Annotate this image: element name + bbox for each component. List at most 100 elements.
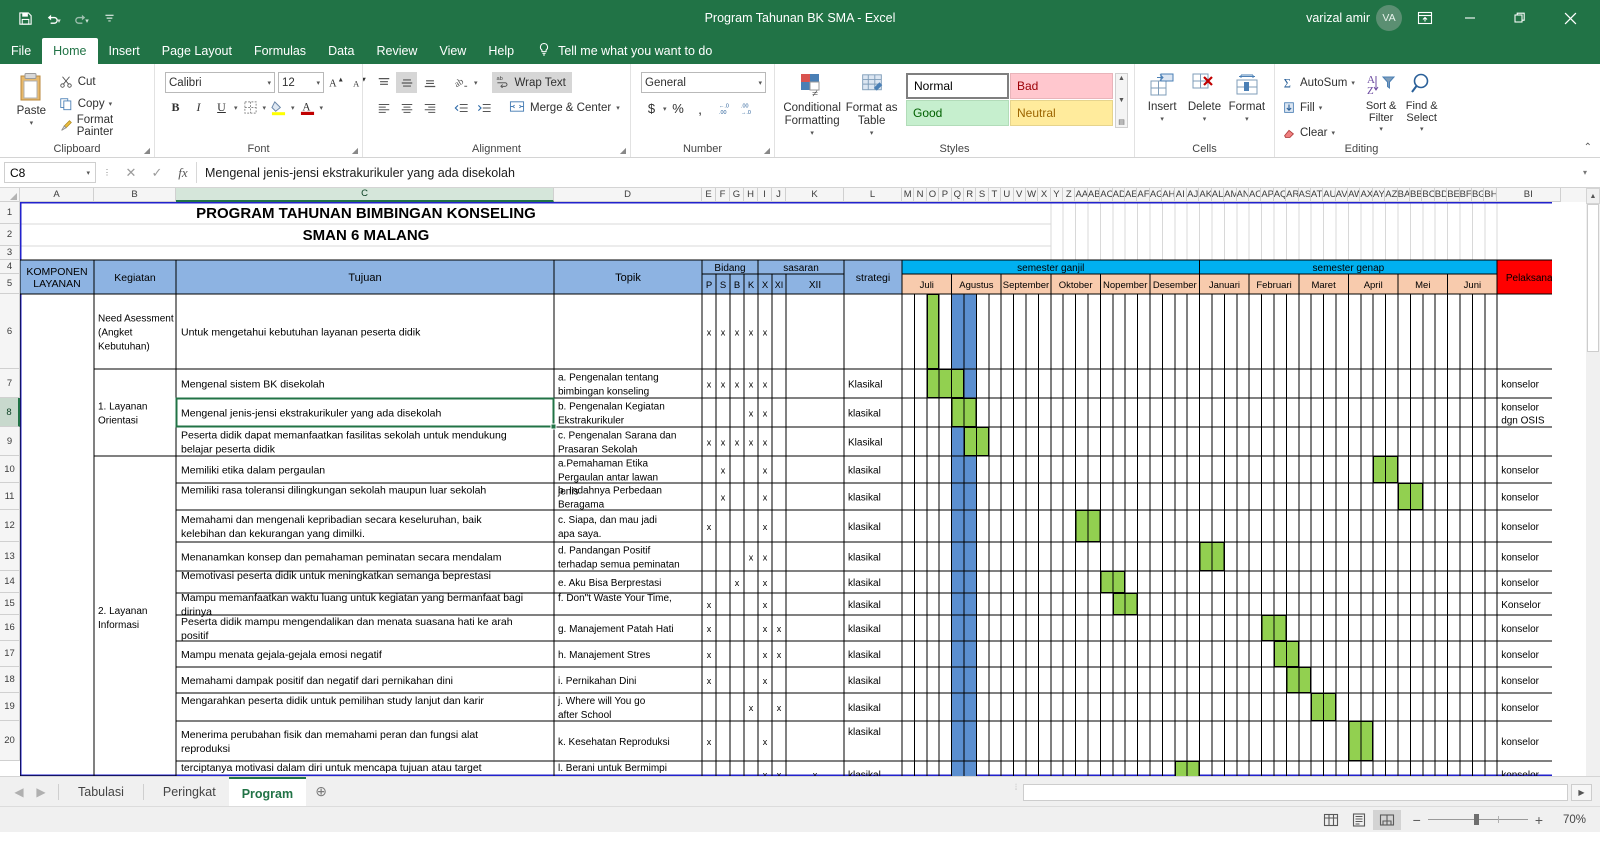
borders-dropdown-icon[interactable]: ▾ — [263, 104, 267, 112]
align-left-button[interactable] — [373, 97, 394, 118]
merge-center-button[interactable]: Merge & Center ▾ — [509, 99, 620, 117]
horizontal-scroll-track[interactable] — [1023, 783, 1568, 801]
column-header-AL[interactable]: AL — [1211, 188, 1225, 202]
redo-icon[interactable]: ▾ — [68, 5, 94, 31]
column-header-BA[interactable]: BA — [1397, 188, 1411, 202]
name-box-dropdown-icon[interactable]: ▾ — [86, 169, 90, 177]
column-header-S[interactable]: S — [976, 188, 989, 202]
cut-button[interactable]: Cut — [59, 71, 148, 93]
column-header-E[interactable]: E — [702, 188, 716, 202]
horizontal-scroll-thumb[interactable] — [1025, 785, 1560, 799]
styles-more-icon[interactable]: ▤ — [1118, 118, 1125, 126]
zoom-in-button[interactable]: + — [1535, 812, 1543, 828]
column-header-AH[interactable]: AH — [1162, 188, 1175, 202]
ribbon-tabs[interactable]: File Home Insert Page Layout Formulas Da… — [0, 36, 1600, 84]
tab-formulas[interactable]: Formulas — [243, 38, 317, 64]
increase-indent-button[interactable] — [474, 97, 495, 118]
underline-dropdown-icon[interactable]: ▾ — [234, 104, 238, 112]
column-header-AD[interactable]: AD — [1112, 188, 1126, 202]
maximize-restore-button[interactable] — [1498, 0, 1542, 36]
copy-button[interactable]: Copy ▾ — [59, 93, 148, 115]
style-tile-neutral[interactable]: Neutral — [1010, 100, 1113, 126]
split-handle[interactable]: ⦙ — [1012, 782, 1020, 802]
column-header-BG[interactable]: BG — [1471, 188, 1485, 202]
column-header-AJ[interactable]: AJ — [1186, 188, 1200, 202]
row-header-17[interactable]: 17 — [0, 641, 20, 667]
column-header-X[interactable]: X — [1038, 188, 1051, 202]
font-size-dropdown-icon[interactable]: ▾ — [316, 79, 320, 87]
tell-me-search[interactable]: Tell me what you want to do — [525, 38, 712, 64]
column-header-AR[interactable]: AR — [1286, 188, 1299, 202]
column-header-W[interactable]: W — [1025, 188, 1039, 202]
quick-access-toolbar[interactable]: ▾ ▾ — [0, 5, 122, 31]
column-header-U[interactable]: U — [1001, 188, 1014, 202]
font-name-input[interactable]: Calibri ▾ — [165, 72, 275, 93]
scroll-up-icon[interactable]: ▲ — [1586, 188, 1600, 204]
column-header-Q[interactable]: Q — [951, 188, 964, 202]
column-header-AF[interactable]: AF — [1137, 188, 1150, 202]
styles-scroll-down-icon[interactable]: ▼ — [1118, 97, 1125, 104]
underline-button[interactable]: U — [211, 97, 232, 118]
normal-view-button[interactable] — [1317, 810, 1345, 830]
row-header-20[interactable]: 20 — [0, 721, 20, 761]
currency-dropdown-icon[interactable]: ▾ — [663, 105, 667, 113]
insert-function-icon[interactable]: fx — [170, 162, 196, 183]
tab-review[interactable]: Review — [365, 38, 428, 64]
decrease-decimal-button[interactable]: .00 →.0 — [740, 98, 761, 119]
scroll-right-icon[interactable]: ▶ — [1571, 783, 1592, 801]
ribbon-display-options-icon[interactable] — [1408, 0, 1442, 36]
column-header-O[interactable]: O — [926, 188, 940, 202]
column-header-AC[interactable]: AC — [1100, 188, 1113, 202]
row-header-14[interactable]: 14 — [0, 571, 20, 593]
column-header-I[interactable]: I — [758, 188, 772, 202]
collapse-ribbon-icon[interactable]: ⌃ — [1584, 142, 1592, 153]
font-size-input[interactable]: 12 ▾ — [278, 72, 324, 93]
column-header-F[interactable]: F — [716, 188, 730, 202]
align-center-button[interactable] — [396, 97, 417, 118]
row-header-12[interactable]: 12 — [0, 510, 20, 542]
align-right-button[interactable] — [419, 97, 440, 118]
number-format-select[interactable]: General ▾ — [641, 72, 766, 93]
column-header-R[interactable]: R — [963, 188, 977, 202]
vertical-scrollbar[interactable]: ▲ — [1586, 188, 1600, 776]
column-header-AE[interactable]: AE — [1125, 188, 1138, 202]
column-header-AK[interactable]: AK — [1199, 188, 1212, 202]
zoom-slider[interactable]: − + 70% — [1413, 812, 1586, 828]
zoom-track[interactable] — [1427, 814, 1528, 825]
tab-file[interactable]: File — [0, 38, 42, 64]
column-header-AM[interactable]: AM — [1224, 188, 1237, 202]
close-button[interactable] — [1548, 0, 1592, 36]
sheet-tab-bar[interactable]: ◀ ▶ Tabulasi Peringkat Program ⊕ ⦙ ▶ — [0, 776, 1600, 807]
row-headers[interactable]: 1 2 3 4 5 6 7 8 9 10 11 12 13 14 15 16 17 18 19 20 — [0, 202, 20, 761]
increase-font-size-button[interactable]: A ▲ — [327, 72, 348, 93]
tab-insert[interactable]: Insert — [98, 38, 151, 64]
font-color-button[interactable]: A — [297, 97, 318, 118]
zoom-level[interactable]: 70% — [1550, 814, 1586, 826]
column-header-N[interactable]: N — [914, 188, 927, 202]
row-header-2[interactable]: 2 — [0, 224, 20, 246]
column-header-V[interactable]: V — [1013, 188, 1026, 202]
tab-view[interactable]: View — [428, 38, 477, 64]
avatar[interactable]: VA — [1376, 5, 1402, 31]
column-header-BC[interactable]: BC — [1422, 188, 1435, 202]
column-header-B[interactable]: B — [94, 188, 176, 202]
zoom-out-button[interactable]: − — [1413, 812, 1421, 828]
fill-button[interactable]: Fill ▾ — [1281, 97, 1355, 119]
decrease-indent-button[interactable] — [451, 97, 472, 118]
sheet-tab-program[interactable]: Program — [228, 776, 307, 807]
cell-styles-scrollbar[interactable]: ▲ ▼ ▤ — [1115, 73, 1128, 128]
row-header-10[interactable]: 10 — [0, 456, 20, 483]
column-header-BE[interactable]: BE — [1447, 188, 1460, 202]
bold-button[interactable]: B — [165, 97, 186, 118]
row-header-1[interactable]: 1 — [0, 202, 20, 224]
column-header-AQ[interactable]: AQ — [1273, 188, 1287, 202]
column-header-AU[interactable]: AU — [1323, 188, 1336, 202]
column-header-D[interactable]: D — [554, 188, 702, 202]
row-header-19[interactable]: 19 — [0, 693, 20, 721]
next-sheet-icon[interactable]: ▶ — [30, 785, 52, 799]
expand-formula-bar-icon[interactable]: ▾ — [1574, 168, 1596, 177]
number-format-dropdown-icon[interactable]: ▾ — [758, 79, 762, 87]
align-bottom-button[interactable] — [419, 72, 440, 93]
autosum-dropdown-icon[interactable]: ▾ — [1351, 79, 1355, 87]
column-header-Z[interactable]: Z — [1063, 188, 1076, 202]
